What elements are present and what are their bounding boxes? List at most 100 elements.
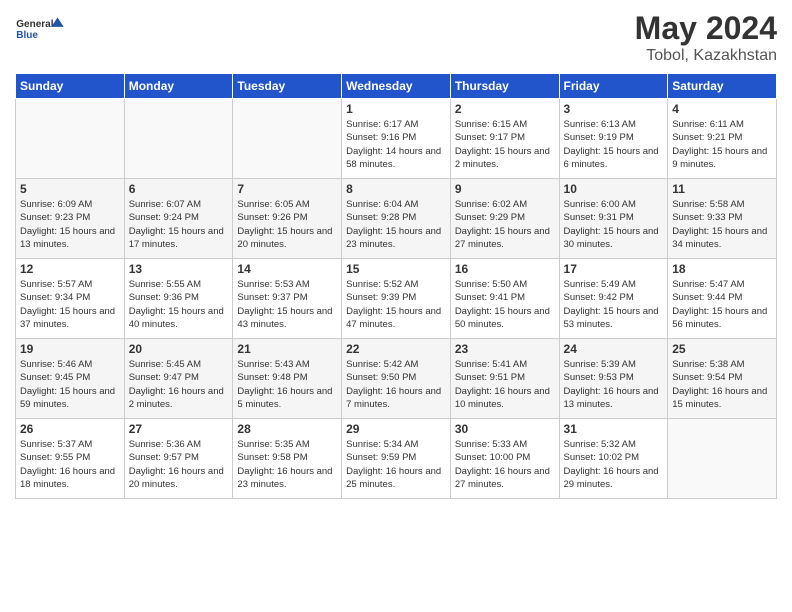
calendar-cell: 10 Sunrise: 6:00 AM Sunset: 9:31 PM Dayli… xyxy=(559,179,668,259)
calendar-cell xyxy=(233,99,342,179)
day-number: 4 xyxy=(672,102,772,116)
header: General Blue May 2024 Tobol, Kazakhstan xyxy=(15,10,777,65)
day-info: Sunrise: 6:13 AM Sunset: 9:19 PM Dayligh… xyxy=(564,118,664,171)
day-number: 21 xyxy=(237,342,337,356)
day-info: Sunrise: 5:35 AM Sunset: 9:58 PM Dayligh… xyxy=(237,438,337,491)
calendar-cell: 8 Sunrise: 6:04 AM Sunset: 9:28 PM Daylig… xyxy=(342,179,451,259)
day-info: Sunrise: 5:55 AM Sunset: 9:36 PM Dayligh… xyxy=(129,278,229,331)
day-number: 5 xyxy=(20,182,120,196)
day-info: Sunrise: 5:36 AM Sunset: 9:57 PM Dayligh… xyxy=(129,438,229,491)
day-number: 17 xyxy=(564,262,664,276)
calendar-cell: 18Sunrise: 5:47 AM Sunset: 9:44 PM Dayli… xyxy=(668,259,777,339)
day-number: 23 xyxy=(455,342,555,356)
calendar-cell: 13Sunrise: 5:55 AM Sunset: 9:36 PM Dayli… xyxy=(124,259,233,339)
day-number: 30 xyxy=(455,422,555,436)
calendar-cell: 20 Sunrise: 5:45 AM Sunset: 9:47 PM Dayli… xyxy=(124,339,233,419)
calendar-cell: 3 Sunrise: 6:13 AM Sunset: 9:19 PM Daylig… xyxy=(559,99,668,179)
calendar-cell: 5 Sunrise: 6:09 AM Sunset: 9:23 PM Daylig… xyxy=(16,179,125,259)
day-number: 19 xyxy=(20,342,120,356)
day-number: 11 xyxy=(672,182,772,196)
calendar-cell: 15 Sunrise: 5:52 AM Sunset: 9:39 PM Dayli… xyxy=(342,259,451,339)
calendar-cell: 11 Sunrise: 5:58 AM Sunset: 9:33 PM Dayli… xyxy=(668,179,777,259)
calendar-cell: 2 Sunrise: 6:15 AM Sunset: 9:17 PM Daylig… xyxy=(450,99,559,179)
day-number: 7 xyxy=(237,182,337,196)
day-number: 10 xyxy=(564,182,664,196)
day-info: Sunrise: 5:32 AM Sunset: 10:02 PM Daylig… xyxy=(564,438,664,491)
day-number: 6 xyxy=(129,182,229,196)
day-number: 29 xyxy=(346,422,446,436)
calendar-cell: 12 Sunrise: 5:57 AM Sunset: 9:34 PM Dayli… xyxy=(16,259,125,339)
col-sunday: Sunday xyxy=(16,74,125,99)
col-monday: Monday xyxy=(124,74,233,99)
col-saturday: Saturday xyxy=(668,74,777,99)
day-number: 24 xyxy=(564,342,664,356)
calendar-cell: 6Sunrise: 6:07 AM Sunset: 9:24 PM Daylig… xyxy=(124,179,233,259)
calendar-week-row: 5 Sunrise: 6:09 AM Sunset: 9:23 PM Daylig… xyxy=(16,179,777,259)
day-info: Sunrise: 6:15 AM Sunset: 9:17 PM Dayligh… xyxy=(455,118,555,171)
day-info: Sunrise: 5:57 AM Sunset: 9:34 PM Dayligh… xyxy=(20,278,120,331)
day-number: 18 xyxy=(672,262,772,276)
month-year-title: May 2024 xyxy=(635,10,777,47)
svg-text:Blue: Blue xyxy=(16,30,38,41)
day-info: Sunrise: 5:41 AM Sunset: 9:51 PM Dayligh… xyxy=(455,358,555,411)
day-number: 2 xyxy=(455,102,555,116)
day-number: 12 xyxy=(20,262,120,276)
col-tuesday: Tuesday xyxy=(233,74,342,99)
day-number: 27 xyxy=(129,422,229,436)
calendar-cell: 30Sunrise: 5:33 AM Sunset: 10:00 PM Dayl… xyxy=(450,419,559,499)
calendar-cell xyxy=(124,99,233,179)
calendar-cell xyxy=(668,419,777,499)
day-info: Sunrise: 5:58 AM Sunset: 9:33 PM Dayligh… xyxy=(672,198,772,251)
logo: General Blue xyxy=(15,10,65,50)
day-number: 1 xyxy=(346,102,446,116)
day-number: 8 xyxy=(346,182,446,196)
calendar-week-row: 12 Sunrise: 5:57 AM Sunset: 9:34 PM Dayli… xyxy=(16,259,777,339)
calendar-week-row: 19 Sunrise: 5:46 AM Sunset: 9:45 PM Dayli… xyxy=(16,339,777,419)
day-info: Sunrise: 6:17 AM Sunset: 9:16 PM Dayligh… xyxy=(346,118,446,171)
day-number: 28 xyxy=(237,422,337,436)
day-info: Sunrise: 5:43 AM Sunset: 9:48 PM Dayligh… xyxy=(237,358,337,411)
calendar-cell: 28 Sunrise: 5:35 AM Sunset: 9:58 PM Dayli… xyxy=(233,419,342,499)
day-info: Sunrise: 5:52 AM Sunset: 9:39 PM Dayligh… xyxy=(346,278,446,331)
day-info: Sunrise: 6:09 AM Sunset: 9:23 PM Dayligh… xyxy=(20,198,120,251)
calendar-cell: 1 Sunrise: 6:17 AM Sunset: 9:16 PM Daylig… xyxy=(342,99,451,179)
calendar-cell: 9 Sunrise: 6:02 AM Sunset: 9:29 PM Daylig… xyxy=(450,179,559,259)
title-block: May 2024 Tobol, Kazakhstan xyxy=(635,10,777,65)
calendar-cell: 16Sunrise: 5:50 AM Sunset: 9:41 PM Dayli… xyxy=(450,259,559,339)
logo-svg: General Blue xyxy=(15,10,65,50)
day-number: 25 xyxy=(672,342,772,356)
calendar-cell: 25 Sunrise: 5:38 AM Sunset: 9:54 PM Dayli… xyxy=(668,339,777,419)
day-number: 14 xyxy=(237,262,337,276)
calendar-week-row: 26Sunrise: 5:37 AM Sunset: 9:55 PM Dayli… xyxy=(16,419,777,499)
day-info: Sunrise: 6:04 AM Sunset: 9:28 PM Dayligh… xyxy=(346,198,446,251)
day-info: Sunrise: 5:42 AM Sunset: 9:50 PM Dayligh… xyxy=(346,358,446,411)
day-number: 15 xyxy=(346,262,446,276)
calendar-cell: 4 Sunrise: 6:11 AM Sunset: 9:21 PM Daylig… xyxy=(668,99,777,179)
col-thursday: Thursday xyxy=(450,74,559,99)
calendar-cell: 14Sunrise: 5:53 AM Sunset: 9:37 PM Dayli… xyxy=(233,259,342,339)
calendar-cell: 17 Sunrise: 5:49 AM Sunset: 9:42 PM Dayli… xyxy=(559,259,668,339)
day-info: Sunrise: 6:11 AM Sunset: 9:21 PM Dayligh… xyxy=(672,118,772,171)
day-number: 3 xyxy=(564,102,664,116)
page-container: General Blue May 2024 Tobol, Kazakhstan … xyxy=(0,0,792,509)
svg-text:General: General xyxy=(16,19,53,30)
day-info: Sunrise: 5:50 AM Sunset: 9:41 PM Dayligh… xyxy=(455,278,555,331)
day-info: Sunrise: 6:00 AM Sunset: 9:31 PM Dayligh… xyxy=(564,198,664,251)
calendar-cell: 29Sunrise: 5:34 AM Sunset: 9:59 PM Dayli… xyxy=(342,419,451,499)
day-number: 20 xyxy=(129,342,229,356)
day-info: Sunrise: 6:05 AM Sunset: 9:26 PM Dayligh… xyxy=(237,198,337,251)
calendar-cell: 22Sunrise: 5:42 AM Sunset: 9:50 PM Dayli… xyxy=(342,339,451,419)
day-number: 31 xyxy=(564,422,664,436)
day-number: 9 xyxy=(455,182,555,196)
col-wednesday: Wednesday xyxy=(342,74,451,99)
calendar-cell: 31 Sunrise: 5:32 AM Sunset: 10:02 PM Dayl… xyxy=(559,419,668,499)
day-info: Sunrise: 6:02 AM Sunset: 9:29 PM Dayligh… xyxy=(455,198,555,251)
calendar-cell: 23 Sunrise: 5:41 AM Sunset: 9:51 PM Dayli… xyxy=(450,339,559,419)
calendar-cell: 27 Sunrise: 5:36 AM Sunset: 9:57 PM Dayli… xyxy=(124,419,233,499)
day-info: Sunrise: 5:49 AM Sunset: 9:42 PM Dayligh… xyxy=(564,278,664,331)
day-info: Sunrise: 5:45 AM Sunset: 9:47 PM Dayligh… xyxy=(129,358,229,411)
day-info: Sunrise: 5:38 AM Sunset: 9:54 PM Dayligh… xyxy=(672,358,772,411)
calendar-cell: 19 Sunrise: 5:46 AM Sunset: 9:45 PM Dayli… xyxy=(16,339,125,419)
day-info: Sunrise: 5:46 AM Sunset: 9:45 PM Dayligh… xyxy=(20,358,120,411)
calendar-cell: 24Sunrise: 5:39 AM Sunset: 9:53 PM Dayli… xyxy=(559,339,668,419)
